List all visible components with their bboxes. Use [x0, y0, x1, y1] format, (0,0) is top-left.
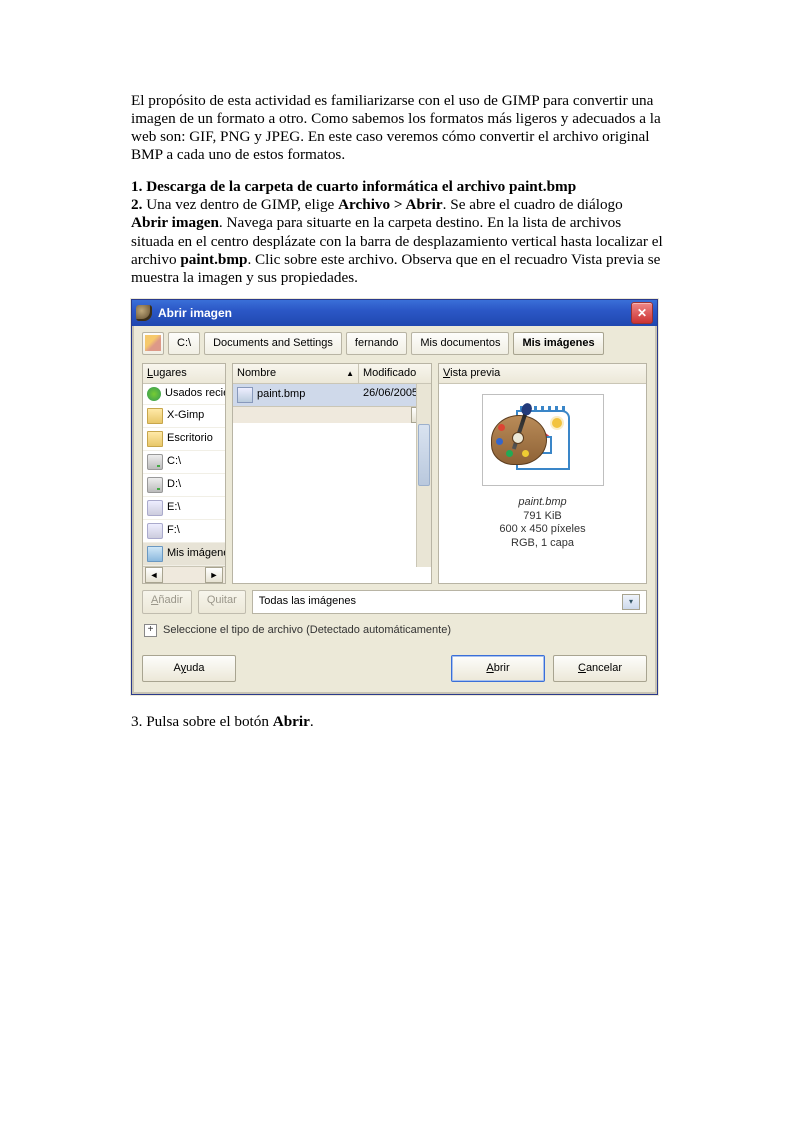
file-type-filter[interactable]: Todas las imágenes ▾ — [252, 590, 647, 614]
file-row-paint[interactable]: paint.bmp 26/06/2005 — [233, 384, 431, 406]
drive-icon — [147, 523, 163, 539]
step2-lead: 2. — [131, 196, 142, 213]
place-myimages[interactable]: Mis imágenes — [143, 543, 225, 566]
preview-panel: Vista previa — [438, 363, 647, 584]
place-recent[interactable]: Usados recien — [143, 384, 225, 405]
folder-icon — [147, 408, 163, 424]
expander-label: Seleccione el tipo de archivo (Detectado… — [163, 624, 451, 637]
folder-icon — [147, 431, 163, 447]
dialog-title: Abrir imagen — [158, 306, 232, 320]
drive-icon — [147, 454, 163, 470]
bmp-file-icon — [237, 387, 253, 403]
help-button[interactable]: Ayuda — [142, 655, 236, 682]
preview-mode: RGB, 1 capa — [499, 537, 585, 551]
preview-size: 791 KiB — [499, 510, 585, 524]
crumb-myimages[interactable]: Mis imágenes — [513, 332, 603, 355]
places-panel: Lugares Usados recien X-Gimp Escritorio … — [142, 363, 226, 584]
chevron-down-icon[interactable]: ▾ — [622, 594, 640, 610]
preview-metadata: paint.bmp 791 KiB 600 x 450 píxeles RGB,… — [499, 496, 585, 551]
paragraph-intro: El propósito de esta actividad es famili… — [131, 92, 663, 164]
dialog-titlebar[interactable]: Abrir imagen ✕ — [132, 300, 657, 326]
sort-asc-icon: ▲ — [346, 369, 354, 379]
place-drive-e[interactable]: E:\ — [143, 497, 225, 520]
column-name[interactable]: Nombre▲ — [233, 364, 359, 383]
file-list-scrollbar[interactable] — [416, 384, 431, 567]
drive-icon — [147, 500, 163, 516]
breadcrumb: C:\ Documents and Settings fernando Mis … — [142, 332, 647, 355]
drive-icon — [147, 477, 163, 493]
paragraph-steps: 1. Descarga de la carpeta de cuarto info… — [131, 178, 663, 286]
place-xgimp[interactable]: X-Gimp — [143, 405, 225, 428]
document-body: El propósito de esta actividad es famili… — [131, 92, 663, 731]
place-drive-d[interactable]: D:\ — [143, 474, 225, 497]
remove-button[interactable]: Quitar — [198, 590, 246, 614]
pencil-button[interactable] — [142, 332, 164, 355]
step3: 3. Pulsa sobre el botón Abrir. — [131, 713, 663, 731]
crumb-docsettings[interactable]: Documents and Settings — [204, 332, 342, 355]
place-drive-c[interactable]: C:\ — [143, 451, 225, 474]
close-icon[interactable]: ✕ — [631, 302, 653, 324]
scrollbar-thumb[interactable] — [418, 424, 430, 486]
places-hscroll[interactable]: ◄ ► — [143, 566, 225, 583]
preview-filename: paint.bmp — [499, 496, 585, 510]
scroll-right-icon[interactable]: ► — [205, 567, 223, 583]
file-list-panel: Nombre▲ Modificado paint.bmp 26/06/2005 … — [232, 363, 432, 584]
open-button[interactable]: Abrir — [451, 655, 545, 682]
add-button[interactable]: Añadir — [142, 590, 192, 614]
cancel-button[interactable]: Cancelar — [553, 655, 647, 682]
pencil-icon — [145, 335, 161, 351]
column-modified[interactable]: Modificado — [359, 364, 431, 383]
place-desktop[interactable]: Escritorio — [143, 428, 225, 451]
scroll-left-icon[interactable]: ◄ — [145, 567, 163, 583]
step1: 1. Descarga de la carpeta de cuarto info… — [131, 178, 576, 195]
preview-dimensions: 600 x 450 píxeles — [499, 523, 585, 537]
preview-header: Vista previa — [439, 364, 646, 384]
places-header: Lugares — [143, 364, 225, 384]
crumb-mydocs[interactable]: Mis documentos — [411, 332, 509, 355]
place-drive-f[interactable]: F:\ — [143, 520, 225, 543]
crumb-c[interactable]: C:\ — [168, 332, 200, 355]
open-image-dialog: Abrir imagen ✕ C:\ Documents and Setting… — [131, 299, 658, 695]
file-type-expander[interactable]: + Seleccione el tipo de archivo (Detecta… — [144, 624, 645, 637]
crumb-user[interactable]: fernando — [346, 332, 407, 355]
gimp-icon — [136, 305, 152, 321]
folder-icon — [147, 546, 163, 562]
recent-icon — [147, 387, 161, 401]
preview-thumbnail — [482, 394, 604, 486]
plus-icon: + — [144, 624, 157, 637]
filter-value: Todas las imágenes — [259, 595, 356, 608]
